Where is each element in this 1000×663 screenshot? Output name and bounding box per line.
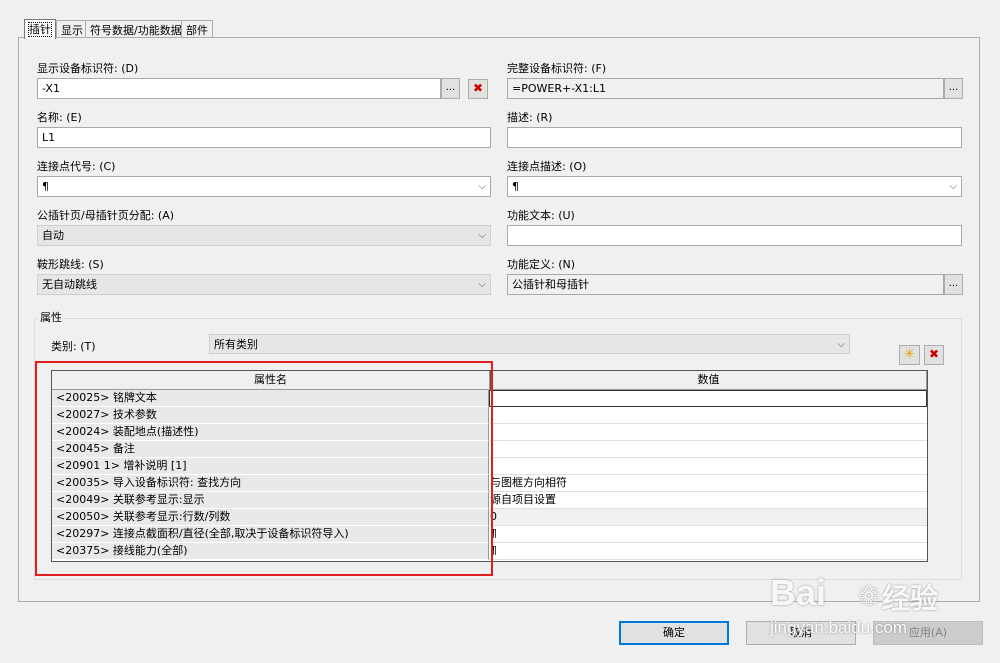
chevron-down-icon: ⌵ xyxy=(949,181,957,192)
ok-button[interactable]: 确定 xyxy=(619,621,729,645)
jumper-value: 无自动跳线 xyxy=(42,278,97,291)
delete-property-icon[interactable]: ✖ xyxy=(924,345,944,365)
property-name-cell[interactable]: <20024> 装配地点(描述性) xyxy=(52,424,489,441)
function-def-input[interactable]: 公插针和母插针 xyxy=(507,274,944,295)
function-text-input[interactable] xyxy=(507,225,962,246)
table-row[interactable]: <20049> 关联参考显示:显示 源自项目设置 xyxy=(52,492,927,509)
property-name-cell[interactable]: <20297> 连接点截面积/直径(全部,取决于设备标识符导入) xyxy=(52,526,489,543)
display-id-browse-button[interactable]: ... xyxy=(441,78,460,99)
jumper-label: 鞍形跳线: (S) xyxy=(37,258,104,271)
function-text-label: 功能文本: (U) xyxy=(507,209,575,222)
table-row[interactable]: <20901 1> 增补说明 [1] xyxy=(52,458,927,475)
property-name-cell[interactable]: <20050> 关联参考显示:行数/列数 xyxy=(52,509,489,526)
name-label: 名称: (E) xyxy=(37,111,82,124)
property-name-cell[interactable]: <20027> 技术参数 xyxy=(52,407,489,424)
property-value-cell[interactable]: ¶ xyxy=(489,526,927,543)
connection-code-select[interactable]: ¶ ⌵ xyxy=(37,176,491,197)
jumper-select[interactable]: 无自动跳线 ⌵ xyxy=(37,274,491,295)
description-input[interactable] xyxy=(507,127,962,148)
table-row[interactable]: <20024> 装配地点(描述性) xyxy=(52,424,927,441)
property-value-cell[interactable] xyxy=(489,390,927,407)
page-assign-select[interactable]: 自动 ⌵ xyxy=(37,225,491,246)
category-label: 类别: (T) xyxy=(51,340,96,353)
connection-code-label: 连接点代号: (C) xyxy=(37,160,116,173)
property-value-cell[interactable] xyxy=(489,424,927,441)
tab-parts[interactable]: 部件 xyxy=(181,20,213,38)
property-value-cell[interactable] xyxy=(489,441,927,458)
name-input[interactable]: L1 xyxy=(37,127,491,148)
property-value-cell[interactable] xyxy=(489,407,927,424)
chevron-down-icon: ⌵ xyxy=(478,279,486,290)
table-row[interactable]: <20035> 导入设备标识符: 查找方向 与图框方向相符 xyxy=(52,475,927,492)
property-value-cell[interactable]: 源自项目设置 xyxy=(489,492,927,509)
display-id-label: 显示设备标识符: (D) xyxy=(37,62,139,75)
new-property-icon[interactable]: ✳ xyxy=(899,345,920,365)
property-value-cell[interactable]: 与图框方向相符 xyxy=(489,475,927,492)
property-name-cell[interactable]: <20901 1> 增补说明 [1] xyxy=(52,458,489,475)
description-label: 描述: (R) xyxy=(507,111,553,124)
connection-desc-label: 连接点描述: (O) xyxy=(507,160,587,173)
table-row[interactable]: <20027> 技术参数 xyxy=(52,407,927,424)
table-row[interactable]: <20375> 接线能力(全部) ¶ xyxy=(52,543,927,560)
function-def-label: 功能定义: (N) xyxy=(507,258,576,271)
properties-table: 属性名 数值 <20025> 铭牌文本 <20027> 技术参数 <20024> 装… xyxy=(51,370,928,562)
column-header-name[interactable]: 属性名 xyxy=(52,371,490,390)
table-row[interactable]: <20045> 备注 xyxy=(52,441,927,458)
property-name-cell[interactable]: <20375> 接线能力(全部) xyxy=(52,543,489,560)
tab-pin[interactable]: 插针 xyxy=(24,19,56,39)
properties-group-title: 属性 xyxy=(38,311,64,324)
watermark-logo: Bai xyxy=(770,572,827,613)
connection-desc-select[interactable]: ¶ ⌵ xyxy=(507,176,962,197)
watermark-brand: 经验 xyxy=(882,582,939,615)
category-select[interactable]: 所有类别 ⌵ xyxy=(209,334,850,354)
table-row[interactable]: <20025> 铭牌文本 xyxy=(52,390,927,407)
chevron-down-icon: ⌵ xyxy=(478,230,486,241)
property-value-cell[interactable]: ¶ xyxy=(489,543,927,560)
column-header-value[interactable]: 数值 xyxy=(490,371,927,390)
table-row[interactable]: <20297> 连接点截面积/直径(全部,取决于设备标识符导入) ¶ xyxy=(52,526,927,543)
watermark-paw-icon: ❁ xyxy=(858,582,880,612)
full-id-input[interactable]: =POWER+-X1:L1 xyxy=(507,78,944,99)
chevron-down-icon: ⌵ xyxy=(837,339,845,350)
property-value-cell[interactable]: 0 xyxy=(489,509,927,526)
property-name-cell[interactable]: <20049> 关联参考显示:显示 xyxy=(52,492,489,509)
function-def-browse-button[interactable]: ... xyxy=(944,274,963,295)
page-assign-value: 自动 xyxy=(42,229,64,242)
property-name-cell[interactable]: <20035> 导入设备标识符: 查找方向 xyxy=(52,475,489,492)
full-id-browse-button[interactable]: ... xyxy=(944,78,963,99)
property-value-cell[interactable] xyxy=(489,458,927,475)
chevron-down-icon: ⌵ xyxy=(478,181,486,192)
category-value: 所有类别 xyxy=(214,338,258,351)
display-id-input[interactable]: -X1 xyxy=(37,78,441,99)
table-row[interactable]: <20050> 关联参考显示:行数/列数 0 xyxy=(52,509,927,526)
full-id-label: 完整设备标识符: (F) xyxy=(507,62,607,75)
delete-icon[interactable]: ✖ xyxy=(468,79,488,99)
page-assign-label: 公插针页/母插针页分配: (A) xyxy=(37,209,175,222)
connection-desc-value: ¶ xyxy=(512,180,519,193)
property-name-cell[interactable]: <20025> 铭牌文本 xyxy=(52,390,489,407)
property-name-cell[interactable]: <20045> 备注 xyxy=(52,441,489,458)
watermark-url: jingyan.baidu.com xyxy=(770,618,908,637)
tab-symbol-function-data[interactable]: 符号数据/功能数据 xyxy=(85,20,187,38)
tab-display[interactable]: 显示 xyxy=(56,20,88,38)
connection-code-value: ¶ xyxy=(42,180,49,193)
